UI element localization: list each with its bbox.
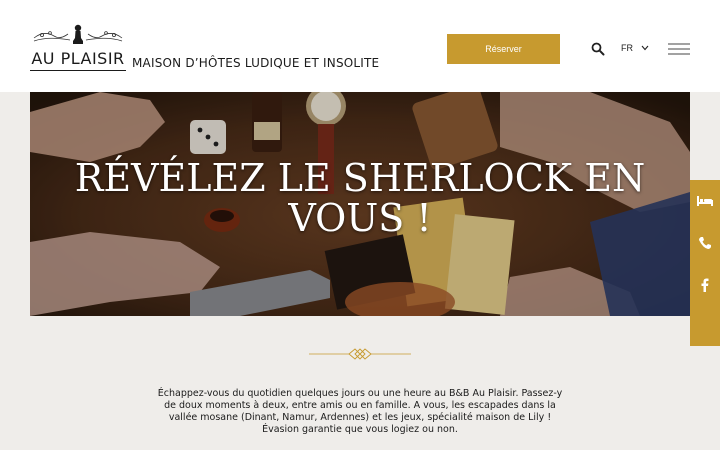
language-label: FR	[621, 43, 633, 53]
phone-icon	[699, 237, 711, 249]
bed-icon	[697, 196, 713, 206]
facebook-button[interactable]	[690, 264, 720, 306]
ornament-divider	[309, 348, 411, 360]
side-action-bar	[690, 180, 720, 346]
search-icon[interactable]	[591, 42, 605, 56]
site-tagline: MAISON D’HÔTES LUDIQUE ET INSOLITE	[132, 56, 380, 70]
hamburger-menu-icon[interactable]	[667, 42, 691, 56]
logo-text: AU PLAISIR	[31, 49, 125, 68]
call-button[interactable]	[690, 222, 720, 264]
logo-rule	[30, 70, 126, 71]
hero-title: RÉVÉLEZ LE SHERLOCK EN VOUS !	[74, 156, 646, 240]
book-room-button[interactable]	[690, 180, 720, 222]
reserve-button[interactable]: Réserver	[447, 34, 560, 64]
logo[interactable]: AU PLAISIR	[30, 22, 126, 74]
facebook-icon	[701, 278, 709, 292]
chess-pawn-logo-icon	[33, 24, 123, 44]
site-header: AU PLAISIR MAISON D’HÔTES LUDIQUE ET INS…	[0, 0, 720, 92]
language-selector[interactable]: FR	[621, 43, 649, 53]
chevron-down-icon	[641, 45, 649, 51]
hero-banner: RÉVÉLEZ LE SHERLOCK EN VOUS !	[30, 92, 690, 316]
intro-text: Échappez-vous du quotidien quelques jour…	[157, 388, 563, 435]
